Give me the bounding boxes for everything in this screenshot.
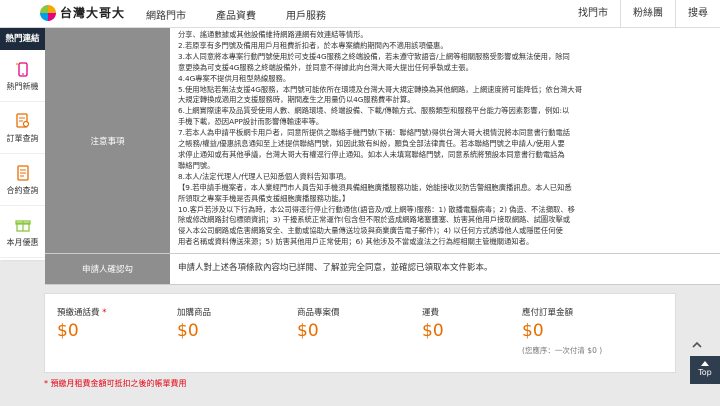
sidebar-item-label: 本月優惠: [6, 237, 39, 247]
sidebar-item-order-query[interactable]: 訂單查詢: [0, 102, 45, 154]
summary-value: $0: [522, 321, 544, 341]
sidebar-title: 熱門連結: [0, 28, 45, 50]
order-summary: 預繳通話費 * $0 加購商品 $0 商品專案價 $0 運費 $0 應付訂單金額…: [44, 293, 676, 373]
notes-label: 注意事項: [45, 28, 170, 253]
brand-logo-icon: [40, 4, 56, 21]
sidebar-item-label: 熱門新機: [6, 81, 39, 91]
required-mark: *: [102, 308, 107, 318]
nav-products[interactable]: 產品資費: [216, 7, 256, 22]
triangle-up-icon: [701, 361, 709, 366]
notes-line: 求停止通知或有其他爭議，台灣大哥大有權逕行停止通知。如本人未填寫聯絡門號，同意系…: [178, 149, 565, 159]
notes-line: 手機下載，恐因APP設計而影響傳輸速率等。: [178, 117, 324, 127]
nav-user-service[interactable]: 用戶服務: [286, 7, 326, 22]
notes-line: 4.4G專案不提供月租型熱線服務。: [178, 73, 291, 83]
phone-sparkle-icon: [15, 61, 28, 77]
summary-value: $0: [57, 321, 79, 341]
nav-search[interactable]: 搜尋: [675, 0, 720, 28]
summary-shipping: 運費 $0: [410, 294, 510, 372]
sidebar-item-monthly-offers[interactable]: 本月優惠: [0, 206, 45, 258]
summary-label: 預繳通話費 *: [57, 308, 107, 318]
notes-line: 大規定轉換成適用之支援服務時，期間產生之用量仍以4G服務費率計算。: [178, 95, 415, 105]
order-search-icon: [15, 112, 29, 128]
confirm-label: 申請人確認勾: [45, 254, 170, 284]
notes-line: 7.若本人為申請平板網卡用戶者，同意所提供之聯絡手機門號(下稱：聯絡門號)得供台…: [178, 128, 571, 138]
notes-row: 注意事項 分享、謠通數據或其他設備維持網路連網有效連結等情形。 2.若原享有多門…: [45, 28, 720, 254]
notes-line: 10.客戶若涉及以下行為時，本公司得逕行停止行動通信(語音及/或上網等)服務：1…: [178, 204, 575, 214]
notes-line: 侵入本公司網路或危害網路安全、主動或協助大量傳送垃圾與商業廣告電子郵件)；4) …: [178, 226, 563, 236]
contract-icon: [16, 164, 29, 181]
summary-total: 應付訂單金額 $0 (您應序：一次付清 $0 ): [510, 294, 675, 372]
terms-table: 注意事項 分享、謠通數據或其他設備維持網路連網有效連結等情形。 2.若原享有多門…: [45, 28, 720, 285]
hot-links-sidebar: 熱門連結 熱門新機 訂單查詢 合約查詢 本月優惠: [0, 28, 45, 260]
summary-label: 運費: [422, 308, 440, 318]
sidebar-item-label: 訂單查詢: [6, 133, 39, 143]
nav-find-store[interactable]: 找門市: [566, 0, 620, 28]
header-right-nav: 找門市 粉絲團 搜尋: [566, 0, 720, 28]
summary-value: $0: [177, 321, 199, 341]
main-nav: 網路門市 產品資費 用戶服務: [146, 7, 356, 22]
nav-online-store[interactable]: 網路門市: [146, 7, 186, 22]
brand-logo[interactable]: 台灣大哥大: [40, 4, 125, 21]
summary-label: 商品專案價: [297, 308, 340, 318]
notes-line: 聯絡門號。: [178, 160, 215, 170]
chevron-up-icon[interactable]: [690, 338, 704, 352]
notes-line: 分享、謠通數據或其他設備維持網路連網有效連結等情形。: [178, 30, 368, 39]
notes-line: 所領取之專案手機是否具備支援細胞廣播服務功能。】: [178, 193, 350, 203]
notes-line: 之帳務/權益/優惠訊息通知至上述提供聯絡門號，如因此致有糾紛，願負全部法律責任。…: [178, 139, 565, 149]
top-header: 台灣大哥大 網路門市 產品資費 用戶服務 找門市 粉絲團 搜尋: [0, 0, 720, 28]
notes-content[interactable]: 分享、謠通數據或其他設備維持網路連網有效連結等情形。 2.若原享有多門號及備用用…: [170, 28, 720, 253]
gift-icon: [14, 219, 31, 232]
notes-line: 5.使用地點若無法支援4G服務，本門號可能依所在環境及台灣大哥大規定轉換為其他網…: [178, 84, 582, 94]
back-to-top-button[interactable]: Top: [690, 356, 720, 384]
brand-name: 台灣大哥大: [60, 6, 126, 20]
summary-payment-note: (您應序：一次付清 $0 ): [522, 346, 603, 355]
notes-line: 意更換為可支援4G服務之終端設備外，並同意不得據此向台灣大哥大提出任何爭執或主張…: [178, 62, 473, 72]
notes-line: 3.本人同意將本專案行動門號使用於可支援4G服務之終端設備，若未遵守致語音/上網…: [178, 51, 570, 61]
summary-value: $0: [297, 321, 319, 341]
notes-line: 【9.若申請手機案者，本人業經門市人員告知手機須具備細胞廣播服務功能，始能接收災…: [178, 182, 572, 192]
summary-label: 加購商品: [177, 308, 212, 318]
confirm-text: 申請人對上述各項條款內容均已詳閱、了解並完全同意，並確認已領取本文件影本。: [170, 254, 720, 284]
back-to-top-label: Top: [698, 368, 712, 377]
sidebar-item-hot-phones[interactable]: 熱門新機: [0, 50, 45, 102]
summary-addon: 加購商品 $0: [165, 294, 285, 372]
summary-value: $0: [422, 321, 444, 341]
notes-line: 除或修改網路封包標頭資訊；3) 干擾系統正常運作(包含但不限於造成網路堵塞壅塞、…: [178, 215, 571, 225]
summary-label: 應付訂單金額: [522, 308, 574, 318]
sidebar-item-contract-query[interactable]: 合約查詢: [0, 154, 45, 206]
notes-line: 6.上網實際速率及品質受使用人數、網路環境、終端設備、下載/傳輸方式、服務類型和…: [178, 106, 570, 116]
notes-line: 8.本人/法定代理人/代理人已知悉個人資料告知事項。: [178, 171, 351, 181]
summary-prepaid: 預繳通話費 * $0: [45, 294, 165, 372]
summary-project-price: 商品專案價 $0: [285, 294, 410, 372]
notes-line: 用者名稱或資料傳送來源；5) 妨害其他用戶正常使用；6) 其他涉及不當或違法之行…: [178, 237, 534, 247]
notes-line: 2.若原享有多門號及備用用戶月租費折扣者，於本專案續約期間內不適用該項優惠。: [178, 40, 448, 50]
sidebar-item-label: 合約查詢: [6, 185, 39, 195]
confirm-row: 申請人確認勾 申請人對上述各項條款內容均已詳閱、了解並完全同意，並確認已領取本文…: [45, 254, 720, 285]
nav-fan-page[interactable]: 粉絲團: [620, 0, 675, 28]
prepaid-footnote: * 預繳月租費金額可抵扣之後的帳單費用: [44, 379, 187, 388]
